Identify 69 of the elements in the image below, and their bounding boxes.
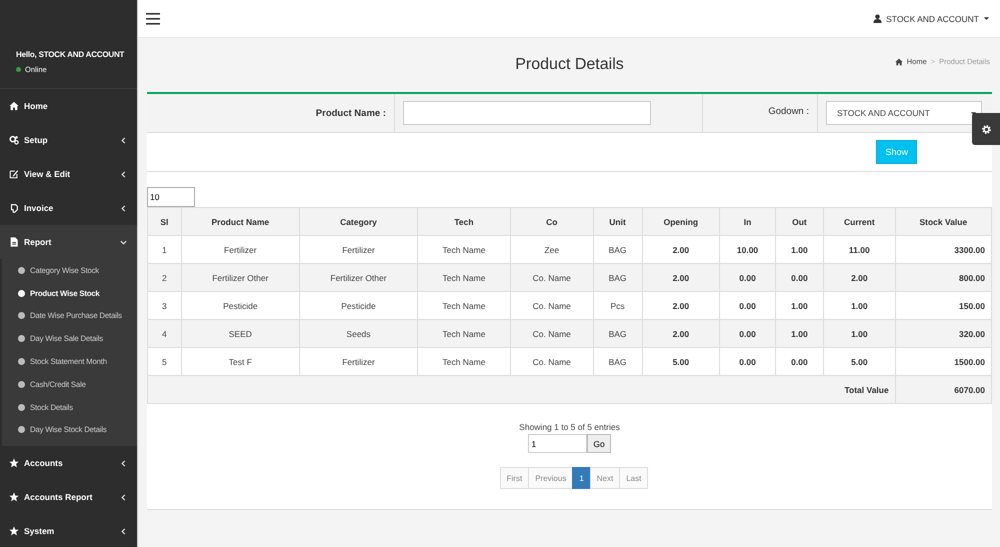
column-header: Unit	[593, 208, 642, 236]
table-cell: 2.00	[823, 264, 896, 292]
table-cell: 320.00	[895, 320, 992, 348]
menu-item[interactable]: Invoice	[0, 191, 137, 225]
table-cell: Seeds	[299, 320, 418, 348]
table-cell: BAG	[593, 264, 642, 292]
table-cell: Fertilizer Other	[181, 264, 300, 292]
star-icon	[9, 526, 19, 536]
settings-icon	[980, 124, 992, 134]
table-cell: Fertilizer Other	[299, 264, 418, 292]
column-header: Stock Value	[895, 208, 992, 236]
table-cell: 0.00	[775, 264, 824, 292]
house-icon	[894, 58, 903, 66]
menu-item[interactable]: Accounts	[0, 446, 137, 480]
table-cell: 1.00	[775, 320, 824, 348]
user-icon	[873, 14, 882, 23]
table-cell: 2.00	[642, 320, 720, 348]
star-icon	[9, 492, 19, 502]
column-header: Current	[823, 208, 896, 236]
table-cell: Co. Name	[510, 264, 594, 292]
page-number-field[interactable]: 1	[528, 434, 588, 453]
product-name-field[interactable]	[403, 101, 651, 125]
field-label: Product Name :	[147, 94, 395, 132]
field-label: Godown :	[702, 94, 818, 132]
edit-icon	[9, 169, 19, 179]
star-icon	[9, 458, 19, 468]
pagination-button[interactable]: 1	[572, 467, 591, 489]
menu-item[interactable]: Report	[0, 225, 137, 259]
document-icon	[9, 237, 19, 247]
table-cell: 2.00	[642, 264, 720, 292]
pagination-button[interactable]: Last	[619, 467, 648, 489]
menu-item[interactable]: Setup	[0, 123, 137, 157]
table-cell: 0.00	[720, 264, 776, 292]
gears-icon	[9, 135, 19, 145]
table-cell: Tech Name	[418, 264, 510, 292]
column-header: Sl	[148, 208, 182, 236]
page-title: Product Details	[515, 56, 624, 74]
table-cell: Tech Name	[418, 320, 510, 348]
column-header: Opening	[642, 208, 720, 236]
table-cell: 0.00	[720, 320, 776, 348]
column-header: In	[720, 208, 776, 236]
user-menu[interactable]: STOCK AND ACCOUNT	[873, 14, 990, 24]
column-header: Category	[299, 208, 418, 236]
table-cell: SEED	[181, 320, 300, 348]
table-cell: 1.00	[823, 320, 896, 348]
table-cell: Co. Name	[510, 320, 594, 348]
column-header: Tech	[418, 208, 510, 236]
table-cell: 4	[148, 320, 182, 348]
caret-icon	[983, 15, 990, 22]
table-cell: 800.00	[895, 264, 992, 292]
user-greeting: Hello, STOCK AND ACCOUNT	[16, 50, 124, 59]
menu-item[interactable]: Home	[0, 89, 137, 123]
menu-item[interactable]: Accounts Report	[0, 480, 137, 514]
column-header: Out	[775, 208, 824, 236]
godown-select[interactable]: STOCK AND ACCOUNT	[826, 101, 982, 125]
column-header: Co	[510, 208, 594, 236]
go-button[interactable]: Go	[587, 434, 611, 453]
menu-item[interactable]: View & Edit	[0, 157, 137, 191]
page-size-field[interactable]: 10	[147, 187, 195, 207]
menu-icon[interactable]	[146, 12, 160, 24]
settings-button[interactable]	[972, 113, 1000, 145]
table-cell: 2	[148, 264, 182, 292]
column-header: Product Name	[181, 208, 300, 236]
total-value: 6070.00	[895, 376, 992, 404]
menu-item[interactable]: System	[0, 514, 137, 547]
entries-info: Showing 1 to 5 of 5 entries	[519, 422, 620, 432]
total-label: Total Value	[148, 376, 896, 404]
house-icon	[9, 101, 19, 111]
table-cell: BAG	[593, 320, 642, 348]
